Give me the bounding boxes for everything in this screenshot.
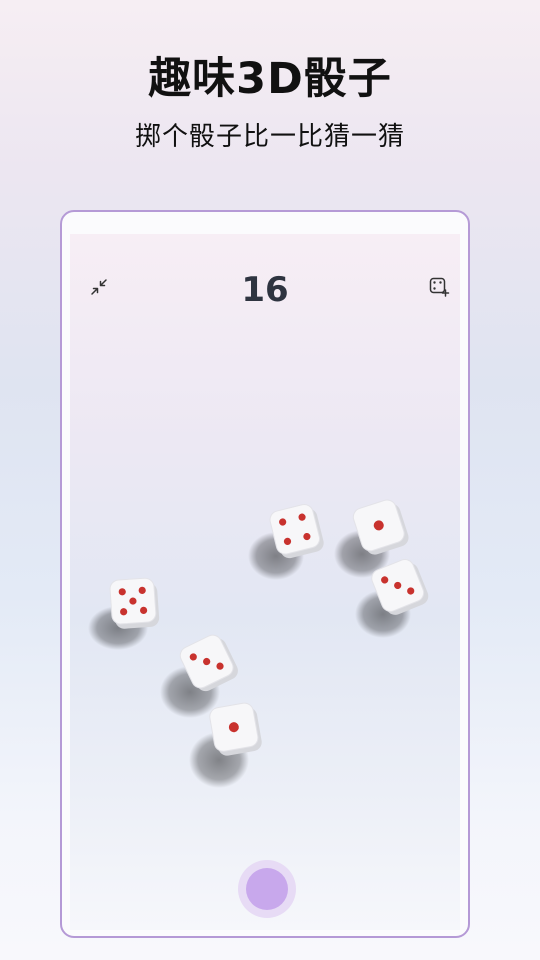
promo-title: 趣味3D骰子: [148, 54, 392, 104]
dice-area[interactable]: [70, 234, 460, 834]
roll-button[interactable]: [238, 860, 296, 918]
roll-circle-icon: [246, 868, 288, 910]
promo-subtitle: 掷个骰子比一比猜一猜: [134, 122, 405, 152]
phone-frame: 16: [60, 210, 470, 938]
die[interactable]: [109, 577, 160, 629]
game-screen: 16: [70, 234, 460, 930]
